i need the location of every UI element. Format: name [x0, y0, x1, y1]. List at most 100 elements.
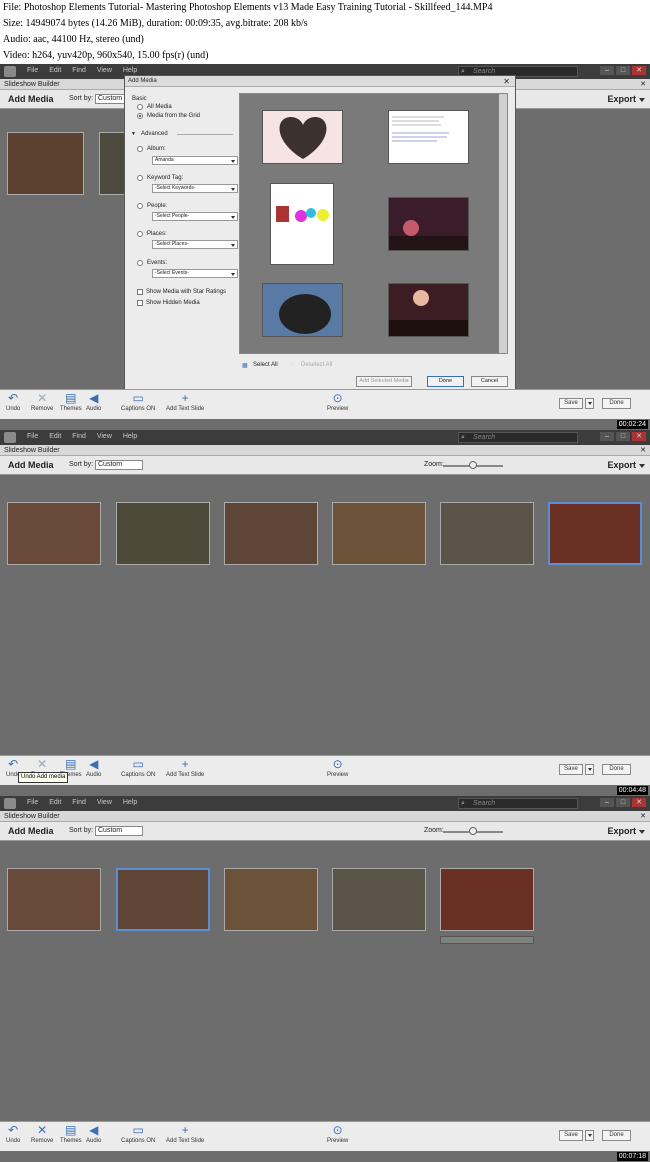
add-media-button[interactable]: Add Media: [8, 826, 54, 836]
slide-thumb[interactable]: [332, 868, 426, 931]
menu-help[interactable]: Help: [123, 67, 137, 74]
slide-thumb[interactable]: [224, 502, 318, 565]
add-text-slide-button[interactable]: + Add Text Slide: [166, 391, 204, 412]
album-select[interactable]: Amanda: [152, 156, 238, 165]
add-text-slide-button[interactable]: + Add Text Slide: [166, 757, 204, 778]
undo-button[interactable]: ↶ Undo: [6, 391, 20, 412]
zoom-slider-knob[interactable]: [469, 461, 477, 469]
app-icon[interactable]: [4, 66, 16, 77]
slide-thumb[interactable]: [7, 132, 84, 195]
slide-thumb[interactable]: [440, 502, 534, 565]
themes-button[interactable]: ▤ Themes: [60, 1123, 82, 1144]
people-select[interactable]: -Select People-: [152, 212, 238, 221]
minimize-button[interactable]: –: [600, 66, 614, 75]
maximize-button[interactable]: □: [616, 66, 630, 75]
preview-button[interactable]: ⊙ Preview: [327, 391, 348, 412]
menu-edit[interactable]: Edit: [49, 433, 61, 440]
select-all-icon[interactable]: ▦: [242, 362, 248, 369]
save-dropdown-icon[interactable]: [585, 764, 594, 775]
slide-thumb[interactable]: [116, 502, 210, 565]
add-text-slide-button[interactable]: + Add Text Slide: [166, 1123, 204, 1144]
close-window-button[interactable]: ✕: [632, 798, 646, 807]
dialog-done-button[interactable]: Done: [427, 376, 464, 387]
save-dropdown-icon[interactable]: [585, 398, 594, 409]
done-button[interactable]: Done: [602, 398, 631, 409]
undo-button[interactable]: ↶ Undo: [6, 1123, 20, 1144]
app-icon[interactable]: [4, 432, 16, 443]
search-input[interactable]: ⌕ Search: [458, 798, 578, 809]
minimize-button[interactable]: –: [600, 432, 614, 441]
close-icon[interactable]: ✕: [640, 445, 646, 456]
done-button[interactable]: Done: [602, 1130, 631, 1141]
export-button[interactable]: Export: [607, 826, 645, 836]
preview-button[interactable]: ⊙ Preview: [327, 757, 348, 778]
slide-thumb-selected[interactable]: [116, 868, 210, 931]
star-ratings-checkbox[interactable]: [137, 289, 143, 295]
media-thumb[interactable]: [388, 197, 469, 251]
menu-file[interactable]: File: [27, 433, 38, 440]
export-button[interactable]: Export: [607, 94, 645, 104]
add-selected-media-button[interactable]: Add Selected Media: [356, 376, 412, 387]
media-thumb[interactable]: [388, 283, 469, 337]
dialog-cancel-button[interactable]: Cancel: [471, 376, 508, 387]
menu-file[interactable]: File: [27, 799, 38, 806]
close-icon[interactable]: ✕: [640, 811, 646, 822]
export-button[interactable]: Export: [607, 460, 645, 470]
preview-button[interactable]: ⊙ Preview: [327, 1123, 348, 1144]
events-radio[interactable]: [137, 260, 143, 266]
remove-button[interactable]: ✕Remove: [31, 1123, 53, 1144]
close-window-button[interactable]: ✕: [632, 432, 646, 441]
deselect-all-link[interactable]: Deselect All: [301, 362, 332, 368]
caption-bar[interactable]: [440, 936, 534, 944]
dialog-close-icon[interactable]: ✕: [503, 77, 510, 86]
hidden-media-checkbox[interactable]: [137, 300, 143, 306]
select-all-link[interactable]: Select All: [253, 362, 278, 368]
media-thumb[interactable]: [270, 183, 334, 265]
minimize-button[interactable]: –: [600, 798, 614, 807]
app-icon[interactable]: [4, 798, 16, 809]
media-thumb[interactable]: [262, 110, 343, 164]
slide-thumb[interactable]: [224, 868, 318, 931]
maximize-button[interactable]: □: [616, 798, 630, 807]
slide-thumb[interactable]: [332, 502, 426, 565]
menu-find[interactable]: Find: [72, 67, 86, 74]
add-media-button[interactable]: Add Media: [8, 460, 54, 470]
menu-find[interactable]: Find: [72, 799, 86, 806]
slide-thumb[interactable]: [7, 868, 101, 931]
save-button[interactable]: Save: [559, 1130, 583, 1141]
media-thumb[interactable]: [262, 283, 343, 337]
menu-view[interactable]: View: [97, 799, 112, 806]
close-window-button[interactable]: ✕: [632, 66, 646, 75]
close-icon[interactable]: ✕: [640, 79, 646, 90]
keyword-radio[interactable]: [137, 175, 143, 181]
audio-button[interactable]: ◀ Audio: [86, 1123, 101, 1144]
done-button[interactable]: Done: [602, 764, 631, 775]
all-media-radio[interactable]: [137, 104, 143, 110]
menu-file[interactable]: File: [27, 67, 38, 74]
events-select[interactable]: -Select Events-: [152, 269, 238, 278]
menu-view[interactable]: View: [97, 433, 112, 440]
keyword-select[interactable]: -Select Keywords-: [152, 184, 238, 193]
zoom-slider-knob[interactable]: [469, 827, 477, 835]
menu-find[interactable]: Find: [72, 433, 86, 440]
menu-edit[interactable]: Edit: [49, 799, 61, 806]
places-select[interactable]: -Select Places-: [152, 240, 238, 249]
slide-thumb[interactable]: [7, 502, 101, 565]
captions-button[interactable]: ▭ Captions ON: [121, 391, 155, 412]
media-from-grid-radio[interactable]: [137, 113, 143, 119]
menu-view[interactable]: View: [97, 67, 112, 74]
save-button[interactable]: Save: [559, 398, 583, 409]
menu-help[interactable]: Help: [123, 433, 137, 440]
menu-help[interactable]: Help: [123, 799, 137, 806]
save-dropdown-icon[interactable]: [585, 1130, 594, 1141]
album-radio[interactable]: [137, 146, 143, 152]
maximize-button[interactable]: □: [616, 432, 630, 441]
slide-thumb-selected[interactable]: [548, 502, 642, 565]
audio-button[interactable]: ◀ Audio: [86, 391, 101, 412]
captions-button[interactable]: ▭ Captions ON: [121, 757, 155, 778]
save-button[interactable]: Save: [559, 764, 583, 775]
places-radio[interactable]: [137, 231, 143, 237]
add-media-button[interactable]: Add Media: [8, 94, 54, 104]
menu-edit[interactable]: Edit: [49, 67, 61, 74]
audio-button[interactable]: ◀ Audio: [86, 757, 101, 778]
